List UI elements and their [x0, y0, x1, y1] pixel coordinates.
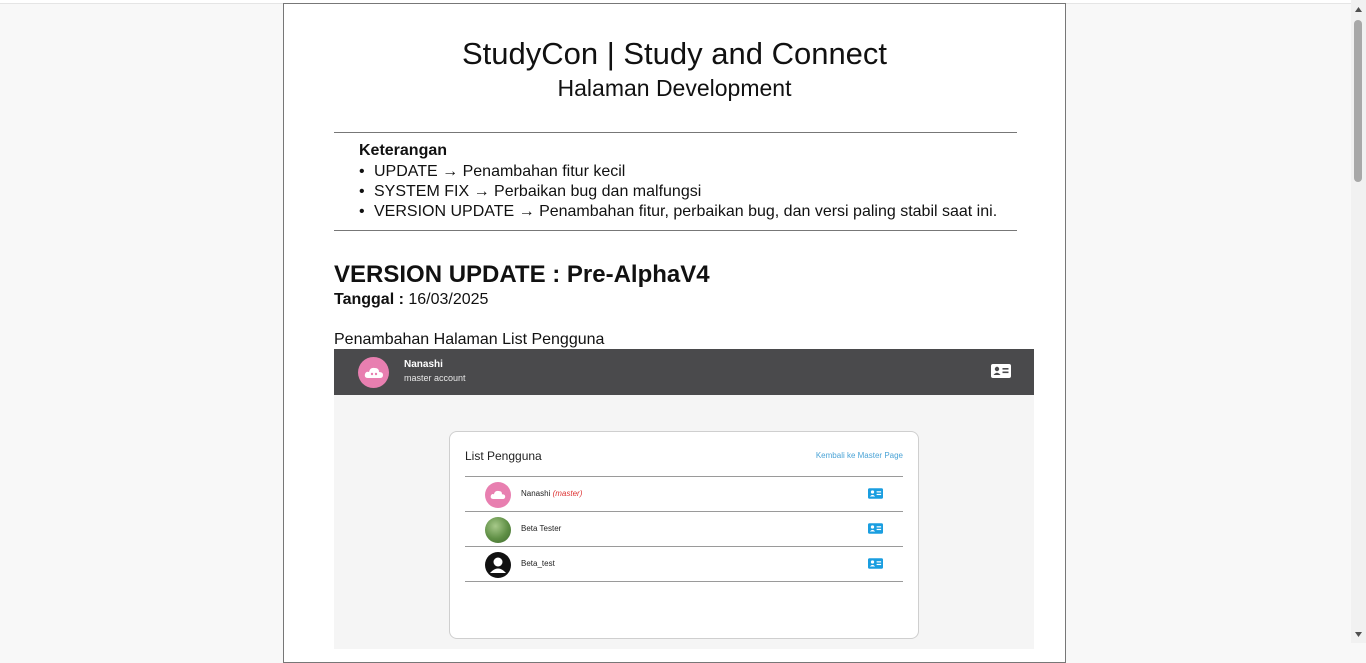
update-screenshot: Nanashi master account List Pengguna Kem… — [334, 349, 1034, 649]
legend-item-version-update: VERSION UPDATE → Penambahan fitur, perba… — [359, 202, 997, 222]
vertical-scrollbar[interactable] — [1351, 0, 1366, 643]
divider-top — [334, 132, 1017, 133]
row-divider — [465, 581, 903, 582]
avatar — [485, 482, 511, 508]
table-row: Beta Tester — [465, 512, 903, 546]
version-date: Tanggal : 16/03/2025 — [334, 290, 488, 310]
screenshot-user-name: Nanashi — [404, 359, 443, 370]
card-title: List Pengguna — [465, 449, 542, 463]
user-name: Nanashi (master) — [521, 489, 582, 498]
default-user-icon — [490, 557, 506, 573]
scroll-down-arrow-icon[interactable] — [1354, 630, 1363, 639]
divider-bottom — [334, 230, 1017, 231]
scrollbar-thumb[interactable] — [1354, 20, 1362, 182]
cloud-icon — [364, 367, 383, 378]
id-card-icon — [868, 488, 883, 499]
user-name-text: Nanashi — [521, 489, 551, 498]
avatar — [485, 552, 511, 578]
table-row: Beta_test — [465, 547, 903, 581]
screenshot-user-role: master account — [404, 373, 466, 383]
id-card-icon — [868, 558, 883, 569]
user-name: Beta Tester — [521, 524, 562, 533]
page-subtitle: Halaman Development — [557, 75, 792, 101]
date-label: Tanggal : — [334, 291, 404, 308]
version-heading: VERSION UPDATE : Pre-AlphaV4 — [334, 261, 710, 288]
id-card-icon — [991, 364, 1011, 378]
legend-item-update: UPDATE → Penambahan fitur kecil — [359, 162, 997, 182]
user-list-card: List Pengguna Kembali ke Master Page Nan… — [449, 431, 919, 639]
development-page: StudyCon | Study and Connect Halaman Dev… — [283, 3, 1066, 663]
master-tag: (master) — [552, 489, 583, 498]
cloud-icon — [490, 490, 506, 499]
date-value: 16/03/2025 — [408, 291, 489, 308]
legend-item-system-fix: SYSTEM FIX → Perbaikan bug dan malfungsi — [359, 182, 997, 202]
avatar — [358, 357, 389, 388]
scroll-up-arrow-icon[interactable] — [1354, 5, 1363, 14]
update-description: Penambahan Halaman List Pengguna — [334, 331, 605, 348]
avatar — [485, 517, 511, 543]
back-to-master-link: Kembali ke Master Page — [815, 451, 903, 460]
page-title: StudyCon | Study and Connect — [461, 36, 888, 71]
id-card-icon — [868, 523, 883, 534]
user-name: Beta_test — [521, 559, 555, 568]
table-row: Nanashi (master) — [465, 477, 903, 511]
legend-title: Keterangan — [359, 142, 448, 159]
screenshot-header-bar: Nanashi master account — [334, 349, 1034, 395]
legend-list: UPDATE → Penambahan fitur kecil SYSTEM F… — [359, 162, 997, 222]
